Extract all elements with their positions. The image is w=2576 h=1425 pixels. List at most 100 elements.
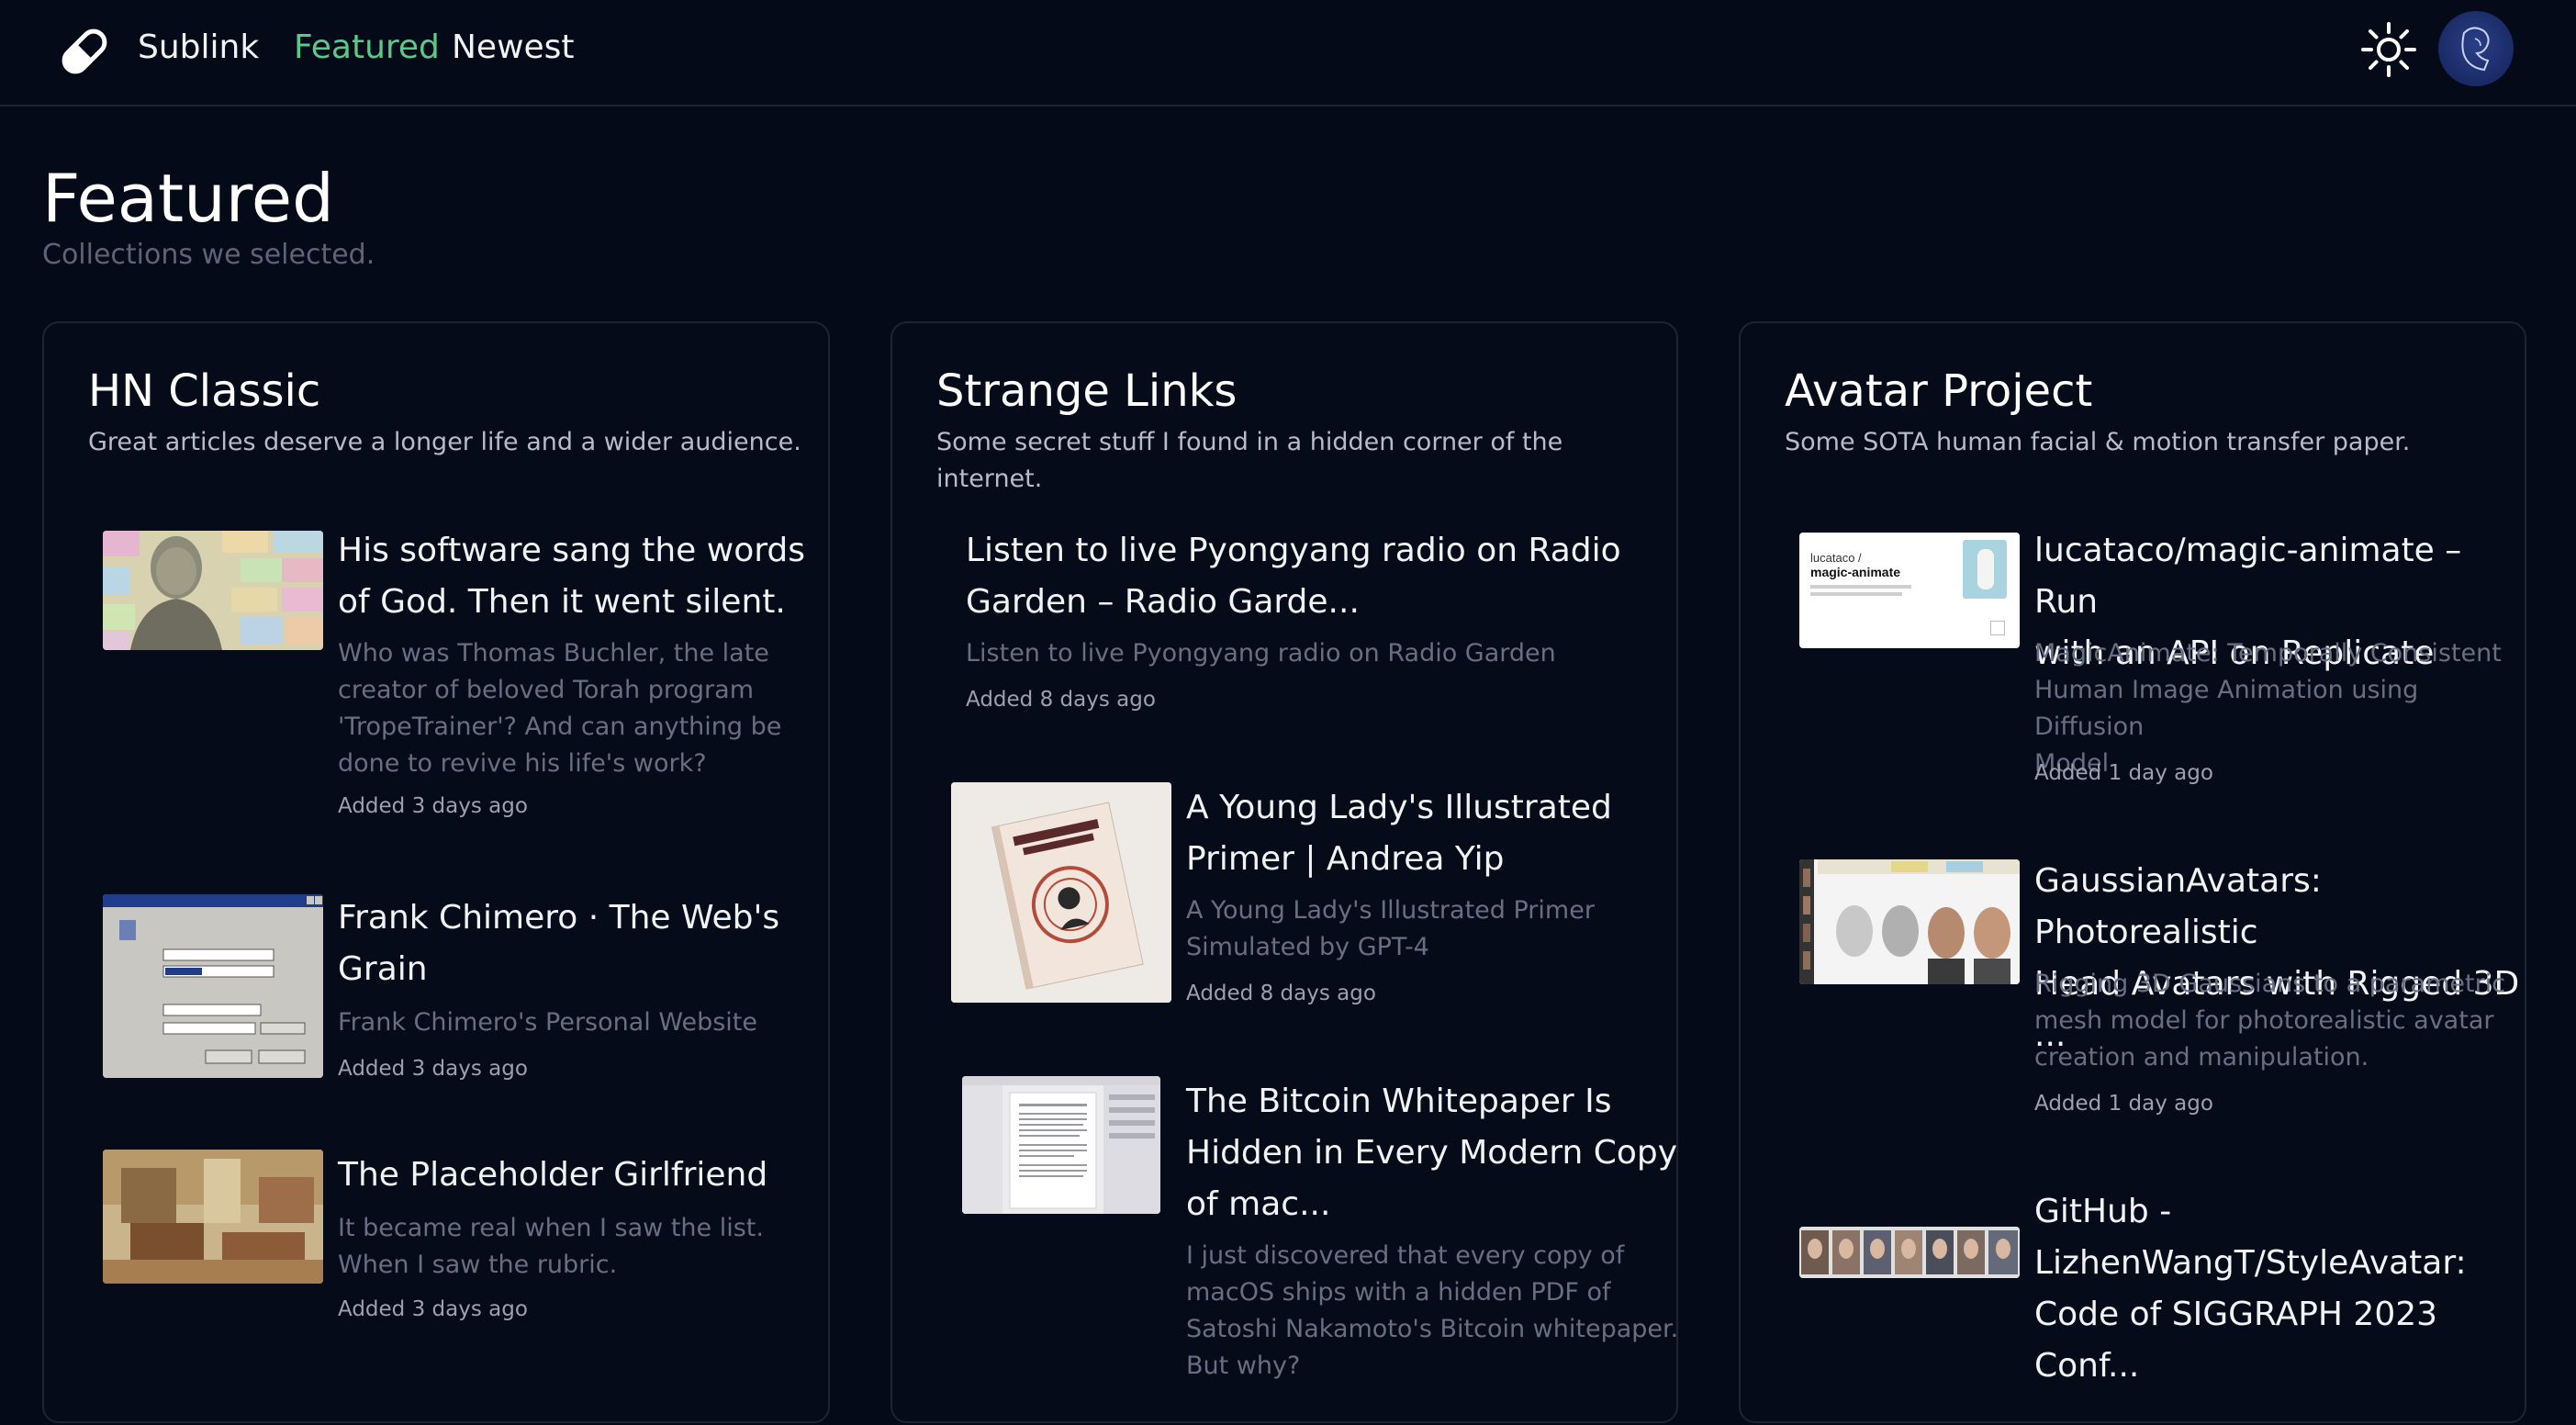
item-date: Added 3 days ago xyxy=(338,1297,528,1321)
thumbnail-illustration xyxy=(103,1150,323,1284)
collection-title[interactable]: Avatar Project xyxy=(1785,362,2092,421)
item-desc-line: When I saw the rubric. xyxy=(338,1251,618,1279)
item-desc-line: Frank Chimero's Personal Website xyxy=(338,1008,758,1037)
page-title: Featured xyxy=(42,160,334,237)
article-thumbnail xyxy=(1799,1227,2020,1278)
brand-name[interactable]: Sublink xyxy=(138,24,259,72)
thumbnail-caption-placeholder xyxy=(1810,585,1911,589)
article-thumbnail xyxy=(103,1150,323,1284)
item-title[interactable]: Listen to live Pyongyang radio on Radio … xyxy=(966,525,1621,628)
item-desc-line: Satoshi Nakamoto's Bitcoin whitepaper. xyxy=(1186,1315,1679,1343)
item-date: Added 8 days ago xyxy=(966,688,1156,712)
thumbnail-illustration xyxy=(1799,859,2020,984)
item-title-line: Garden – Radio Garde... xyxy=(966,583,1360,621)
item-date: Added 1 day ago xyxy=(2034,1092,2213,1116)
item-date: Added 3 days ago xyxy=(338,794,528,818)
item-title[interactable]: His software sang the words of God. Then… xyxy=(338,525,805,628)
collection-description: Some secret stuff I found in a hidden co… xyxy=(936,428,1563,493)
page-subtitle: Collections we selected. xyxy=(42,239,375,271)
thumbnail-figure-highlight xyxy=(1977,549,1994,589)
item-desc-line: Listen to live Pyongyang radio on Radio … xyxy=(966,639,1556,668)
collection-description: Some SOTA human facial & motion transfer… xyxy=(1785,428,2411,456)
item-title-line: A Young Lady's Illustrated xyxy=(1186,789,1612,826)
item-title-line: Listen to live Pyongyang radio on Radio xyxy=(966,532,1621,569)
top-navigation-bar: Sublink Featured Newest xyxy=(0,0,2576,107)
item-title-line: GaussianAvatars: Photorealistic xyxy=(2034,862,2322,951)
item-desc-line: creation and manipulation. xyxy=(2034,1043,2369,1072)
thumbnail-text-line: magic-animate xyxy=(1810,565,1901,579)
item-title-line: GitHub - xyxy=(2034,1193,2172,1230)
item-date: Added 8 days ago xyxy=(1186,982,1376,1005)
item-desc-line: 'TropeTrainer'? And can anything be xyxy=(338,712,782,741)
link-item[interactable]: A Young Lady's Illustrated Primer | Andr… xyxy=(892,782,1680,1039)
collection-description: Great articles deserve a longer life and… xyxy=(88,428,801,456)
pill-icon[interactable] xyxy=(55,22,114,81)
article-thumbnail: lucataco / magic-animate xyxy=(1799,533,2020,648)
link-item[interactable]: The Placeholder Girlfriend It became rea… xyxy=(44,1150,832,1333)
item-desc-line: mesh model for photorealistic avatar xyxy=(2034,1006,2494,1035)
thumbnail-illustration xyxy=(103,531,323,650)
item-title[interactable]: A Young Lady's Illustrated Primer | Andr… xyxy=(1186,782,1612,885)
item-description: I just discovered that every copy of mac… xyxy=(1186,1238,1678,1385)
avatar-illustration xyxy=(2461,27,2490,72)
item-title-line: Hidden in Every Modern Copy xyxy=(1186,1134,1678,1172)
item-desc-line: A Young Lady's Illustrated Primer xyxy=(1186,896,1595,925)
link-item[interactable]: lucataco / magic-animate lucataco/magic-… xyxy=(1741,525,2528,785)
item-title-line: LizhenWangT/StyleAvatar: xyxy=(2034,1244,2467,1282)
item-desc-line: I just discovered that every copy of xyxy=(1186,1241,1625,1270)
link-item[interactable]: Frank Chimero · The Web's Grain Frank Ch… xyxy=(44,892,832,1104)
item-title-line: Primer | Andrea Yip xyxy=(1186,840,1505,878)
collection-title[interactable]: Strange Links xyxy=(936,362,1237,421)
item-desc-line: Simulated by GPT-4 xyxy=(1186,933,1429,961)
item-desc-line: done to revive his life's work? xyxy=(338,749,707,778)
thumbnail-caption-placeholder xyxy=(1810,592,1902,596)
article-thumbnail xyxy=(103,531,323,650)
article-thumbnail xyxy=(103,894,323,1078)
thumbnail-illustration xyxy=(951,782,1171,1003)
collection-card-hn-classic: HN Classic Great articles deserve a long… xyxy=(42,321,830,1423)
thumbnail-illustration xyxy=(103,894,323,1078)
item-description: A Young Lady's Illustrated Primer Simula… xyxy=(1186,892,1595,966)
link-item[interactable]: Listen to live Pyongyang radio on Radio … xyxy=(892,525,1680,727)
article-thumbnail xyxy=(1799,859,2020,984)
link-item[interactable]: GitHub - LizhenWangT/StyleAvatar: Code o… xyxy=(1741,1186,2528,1425)
item-desc-line: Rigging 3D Gaussians to a parametric xyxy=(2034,970,2506,998)
nav-link-featured[interactable]: Featured xyxy=(294,24,440,72)
item-description: Listen to live Pyongyang radio on Radio … xyxy=(966,635,1556,672)
item-title-line: Grain xyxy=(338,950,428,988)
item-date: Added 3 days ago xyxy=(338,1057,528,1081)
thumbnail-text: lucataco / magic-animate xyxy=(1810,551,1911,596)
item-date: Added 1 day ago xyxy=(2034,761,2213,785)
thumbnail-text-line: lucataco / xyxy=(1810,551,1862,565)
item-desc-line: Who was Thomas Buchler, the late xyxy=(338,639,769,668)
item-desc-line: But why? xyxy=(1186,1352,1301,1380)
item-desc-line: MagicAnimate: Temporally Consistent xyxy=(2034,639,2502,668)
item-title-line: His software sang the words xyxy=(338,532,806,569)
thumbnail-illustration xyxy=(962,1076,1160,1214)
thumbnail-illustration xyxy=(1799,1227,2020,1278)
link-item[interactable]: GaussianAvatars: Photorealistic Head Ava… xyxy=(1741,856,2528,1116)
item-title-line: Code of SIGGRAPH 2023 xyxy=(2034,1296,2438,1333)
item-title-line: lucataco/magic-animate – Run xyxy=(2034,532,2462,621)
item-description: Frank Chimero's Personal Website xyxy=(338,1004,757,1041)
nav-link-newest[interactable]: Newest xyxy=(452,24,575,72)
sun-icon[interactable] xyxy=(2359,20,2418,79)
item-title[interactable]: The Placeholder Girlfriend xyxy=(338,1150,767,1201)
item-desc-line: Human Image Animation using Diffusion xyxy=(2034,676,2419,741)
link-item[interactable]: The Bitcoin Whitepaper Is Hidden in Ever… xyxy=(892,1076,1680,1425)
item-title-line: of God. Then it went silent. xyxy=(338,583,786,621)
item-title[interactable]: GitHub - LizhenWangT/StyleAvatar: Code o… xyxy=(2034,1186,2467,1392)
link-item[interactable]: His software sang the words of God. Then… xyxy=(44,525,832,818)
avatar[interactable] xyxy=(2438,11,2514,86)
item-title-line: of mac... xyxy=(1186,1185,1331,1223)
item-title-line: The Placeholder Girlfriend xyxy=(338,1156,768,1194)
collection-card-avatar-project: Avatar Project Some SOTA human facial & … xyxy=(1739,321,2526,1423)
item-desc-line: It became real when I saw the list. xyxy=(338,1214,764,1242)
collection-card-strange-links: Strange Links Some secret stuff I found … xyxy=(890,321,1678,1423)
item-title[interactable]: Frank Chimero · The Web's Grain xyxy=(338,892,779,995)
item-title-line: Frank Chimero · The Web's xyxy=(338,899,780,937)
item-desc-line: creator of beloved Torah program xyxy=(338,676,755,704)
item-title[interactable]: The Bitcoin Whitepaper Is Hidden in Ever… xyxy=(1186,1076,1677,1230)
collection-title[interactable]: HN Classic xyxy=(88,362,320,421)
thumbnail-marker xyxy=(1990,621,2005,635)
